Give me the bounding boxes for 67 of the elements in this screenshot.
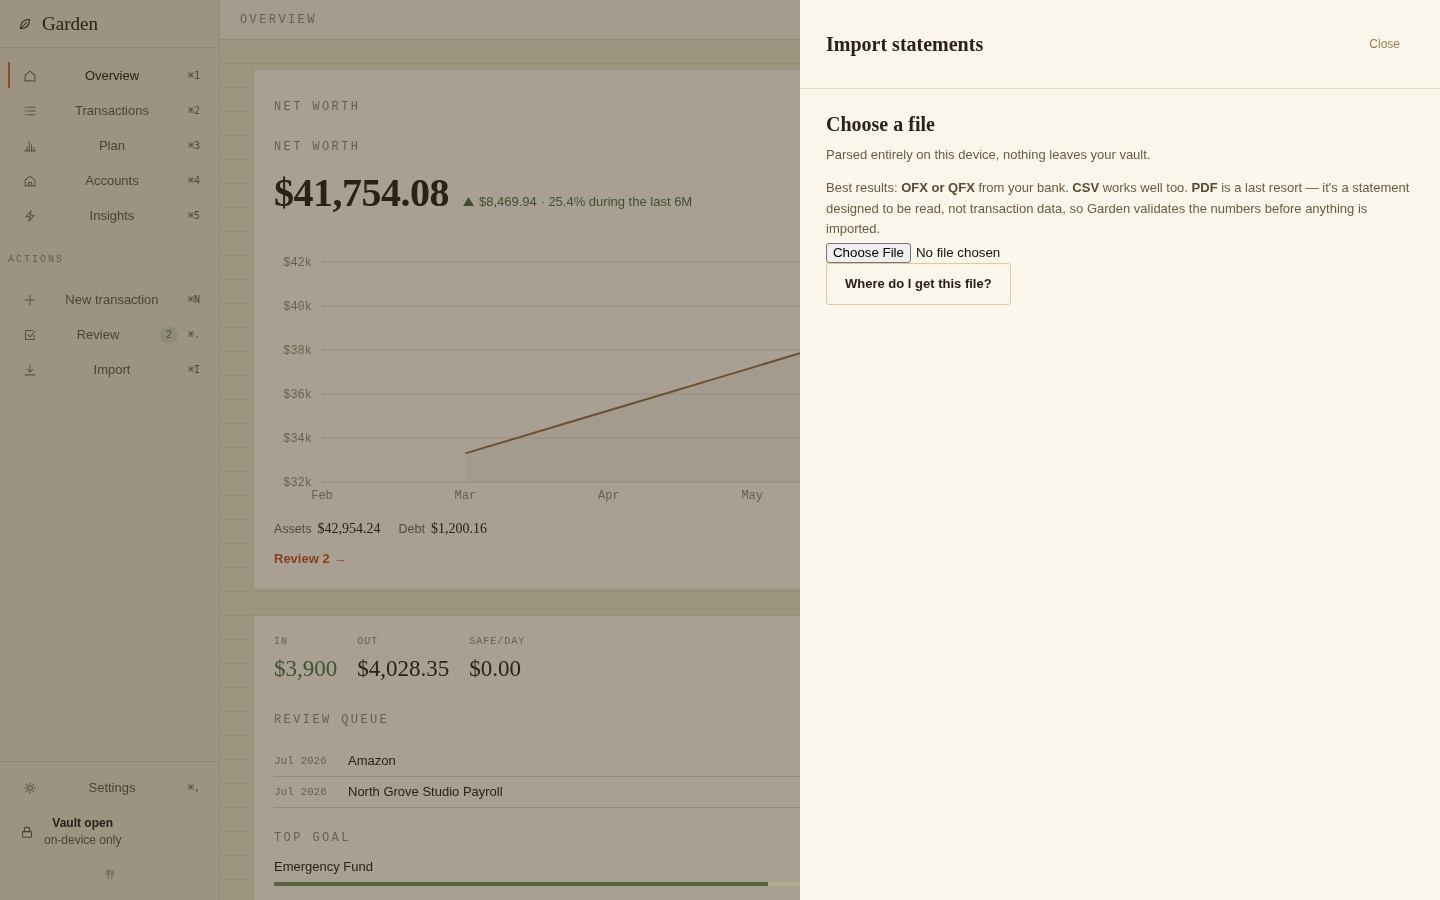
stat-value: $0.00 bbox=[469, 654, 522, 683]
file-status-text: No file chosen bbox=[915, 245, 1001, 260]
review-link[interactable]: Review 2 → bbox=[274, 549, 347, 568]
change-text: $8,469.94 · 25.4% during the last 6M bbox=[479, 192, 693, 211]
assets-label: Assets bbox=[274, 520, 312, 538]
transaction-payee: North Grove Studio Payroll bbox=[348, 784, 503, 799]
sun-icon bbox=[24, 781, 36, 794]
privacy-note: Parsed entirely on this device, nothing leaves your vault. bbox=[826, 146, 1152, 164]
stat-value: $4,028.35 bbox=[357, 654, 450, 683]
nav-item[interactable]: Plan ⌘3 bbox=[8, 128, 211, 163]
stat-label: SAFE/DAY bbox=[469, 634, 526, 649]
nav-item[interactable]: Insights ⌘5 bbox=[8, 198, 211, 233]
drawer-title: Import statements bbox=[826, 32, 984, 56]
axis-label: $40k bbox=[283, 299, 312, 314]
stat-value: $3,900 bbox=[274, 654, 338, 683]
brand-name: Garden bbox=[42, 12, 98, 35]
choose-file-button[interactable]: Choose File bbox=[826, 242, 911, 263]
page-title: OVERVIEW bbox=[240, 11, 317, 28]
bolt-icon bbox=[24, 209, 36, 222]
stat-label: OUT bbox=[357, 634, 380, 649]
section-label: NET WORTH bbox=[274, 99, 362, 115]
nav-item[interactable]: Accounts ⌘4 bbox=[8, 163, 211, 198]
bar-chart-icon bbox=[24, 139, 36, 152]
section-heading: ACTIONS bbox=[7, 253, 65, 267]
home-icon bbox=[24, 69, 36, 82]
section-label: REVIEW QUEUE bbox=[274, 711, 391, 728]
download-icon bbox=[24, 363, 36, 376]
plus-icon bbox=[24, 293, 36, 306]
action-item[interactable]: Review 2 ⌘. bbox=[8, 317, 211, 352]
axis-label: $34k bbox=[283, 431, 312, 446]
axis-label: Apr bbox=[598, 488, 620, 503]
axis-label: May bbox=[741, 488, 763, 503]
format-help-text: Best results: OFX or QFX from your bank. CSV works well too. PDF is a last resort — it's a statement designed to be read, not transaction data, so Garden validates the numbers before anything is imported. bbox=[826, 179, 1410, 238]
nav-item[interactable]: Overview ⌘1 bbox=[8, 58, 211, 93]
action-item[interactable]: Import ⌘I bbox=[8, 352, 211, 387]
up-triangle-icon bbox=[463, 197, 474, 206]
action-item[interactable]: New transaction ⌘N bbox=[8, 282, 211, 317]
help-button[interactable]: Where do I get this file? bbox=[826, 262, 1011, 305]
building-icon bbox=[24, 174, 36, 187]
nav-item[interactable]: Transactions ⌘2 bbox=[8, 93, 211, 128]
debt-value: $1,200.16 bbox=[430, 519, 487, 538]
axis-label: $38k bbox=[283, 343, 312, 358]
leaf-icon bbox=[19, 17, 31, 30]
section-label: TOP GOAL bbox=[274, 829, 352, 846]
axis-label: Mar bbox=[454, 488, 477, 503]
metric-label: NET WORTH bbox=[274, 139, 362, 155]
vault-status-title: Vault open bbox=[52, 815, 114, 832]
axis-label: $36k bbox=[283, 387, 312, 402]
stat-label: IN bbox=[274, 634, 289, 649]
transaction-date: Jul 2026 bbox=[274, 785, 328, 798]
goal-name: Emergency Fund bbox=[274, 857, 374, 876]
net-worth-value: $41,754.08 bbox=[274, 170, 449, 216]
transaction-payee: Amazon bbox=[348, 753, 396, 768]
assets-value: $42,954.24 bbox=[317, 519, 381, 538]
axis-label: $32k bbox=[283, 475, 312, 490]
section-title: Choose a file bbox=[826, 112, 936, 136]
settings-item[interactable]: Settings ⌘, bbox=[8, 770, 211, 805]
list-icon bbox=[24, 104, 36, 117]
vault-status-subtitle: on-device only bbox=[44, 832, 122, 849]
fork-knife-icon bbox=[104, 867, 115, 882]
count-badge: 2 bbox=[159, 325, 178, 344]
close-button[interactable]: Close bbox=[1369, 37, 1400, 51]
axis-label: $42k bbox=[283, 255, 312, 270]
lock-icon bbox=[21, 825, 33, 839]
transaction-date: Jul 2026 bbox=[274, 754, 328, 767]
axis-label: Feb bbox=[311, 488, 333, 503]
debt-label: Debt bbox=[398, 520, 425, 538]
